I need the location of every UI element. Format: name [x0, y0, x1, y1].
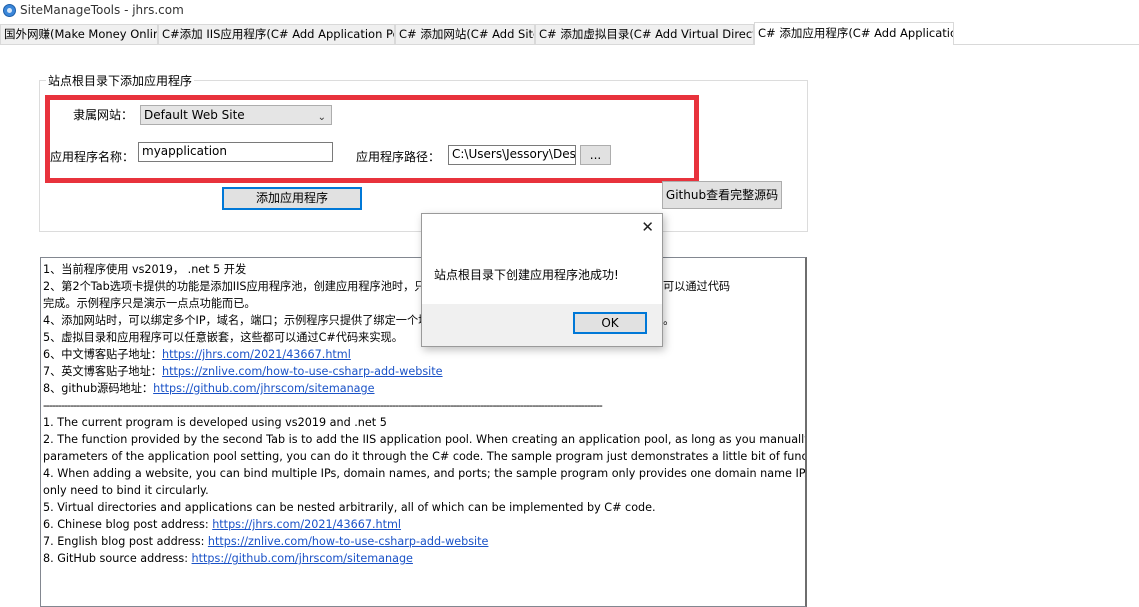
app-name-label: 应用程序名称：	[50, 150, 135, 164]
ok-button[interactable]: OK	[573, 312, 647, 334]
info-line: 1. The current program is developed usin…	[43, 416, 387, 429]
add-application-button[interactable]: 添加应用程序	[222, 187, 362, 210]
info-link-line: 8、github源码地址：https://github.com/jhrscom/…	[43, 382, 375, 395]
en-blog-link[interactable]: https://znlive.com/how-to-use-csharp-add…	[162, 365, 443, 378]
chevron-down-icon: ⌄	[317, 112, 326, 123]
tab-strip: 国外网赚(Make Money Online) C#添加 IIS应用程序(C# …	[0, 22, 1139, 45]
info-line: 5. Virtual directories and applications …	[43, 501, 656, 514]
app-path-input[interactable]: C:\Users\Jessory\Deskto	[448, 145, 576, 165]
github-source-button[interactable]: Github查看完整源码	[662, 181, 782, 209]
dialog-footer: OK	[422, 304, 662, 346]
title-bar: SiteManageTools - jhrs.com	[0, 0, 1139, 22]
info-line: parameters of the application pool setti…	[43, 450, 807, 463]
dialog-message: 站点根目录下创建应用程序池成功!	[434, 268, 619, 282]
separator-line: ----------------------------------------…	[43, 399, 603, 412]
tab-make-money-online[interactable]: 国外网赚(Make Money Online)	[0, 24, 158, 44]
info-link-line: 6. Chinese blog post address: https://jh…	[43, 518, 402, 531]
info-line: only need to bind it circularly.	[43, 484, 209, 497]
app-path-label: 应用程序路径：	[356, 150, 441, 164]
info-link-line: 7. English blog post address: https://zn…	[43, 535, 489, 548]
site-label: 隶属网站：	[73, 108, 134, 122]
info-link-line: 6、中文博客贴子地址：https://jhrs.com/2021/43667.h…	[43, 348, 351, 361]
cn-blog-link[interactable]: https://jhrs.com/2021/43667.html	[162, 348, 351, 361]
browse-button[interactable]: ...	[580, 145, 611, 165]
site-combobox[interactable]: Default Web Site ⌄	[140, 105, 332, 125]
tab-add-virtual-directory[interactable]: C# 添加虚拟目录(C# Add Virtual Directory)	[535, 24, 754, 44]
close-icon[interactable]: ✕	[641, 218, 654, 236]
info-line: 2. The function provided by the second T…	[43, 433, 807, 446]
en-blog-link-en[interactable]: https://znlive.com/how-to-use-csharp-add…	[208, 535, 489, 548]
info-line: 4. When adding a website, you can bind m…	[43, 467, 807, 480]
tab-add-site[interactable]: C# 添加网站(C# Add Site)	[395, 24, 535, 44]
tab-add-application-pool[interactable]: C#添加 IIS应用程序(C# Add Application Pool)	[158, 24, 395, 44]
groupbox-title: 站点根目录下添加应用程序	[46, 72, 195, 89]
globe-app-icon	[3, 4, 16, 17]
info-link-line: 8. GitHub source address: https://github…	[43, 552, 413, 565]
cn-blog-link-en[interactable]: https://jhrs.com/2021/43667.html	[212, 518, 401, 531]
github-link[interactable]: https://github.com/jhrscom/sitemanage	[153, 382, 374, 395]
tab-add-application[interactable]: C# 添加应用程序(C# Add Application)	[754, 22, 954, 45]
github-link-en[interactable]: https://github.com/jhrscom/sitemanage	[192, 552, 413, 565]
app-name-input[interactable]: myapplication	[138, 142, 333, 162]
window-title: SiteManageTools - jhrs.com	[20, 3, 184, 17]
site-combobox-value: Default Web Site	[144, 108, 245, 122]
success-dialog: ✕ 站点根目录下创建应用程序池成功! OK	[421, 213, 663, 347]
info-link-line: 7、英文博客贴子地址：https://znlive.com/how-to-use…	[43, 365, 443, 378]
